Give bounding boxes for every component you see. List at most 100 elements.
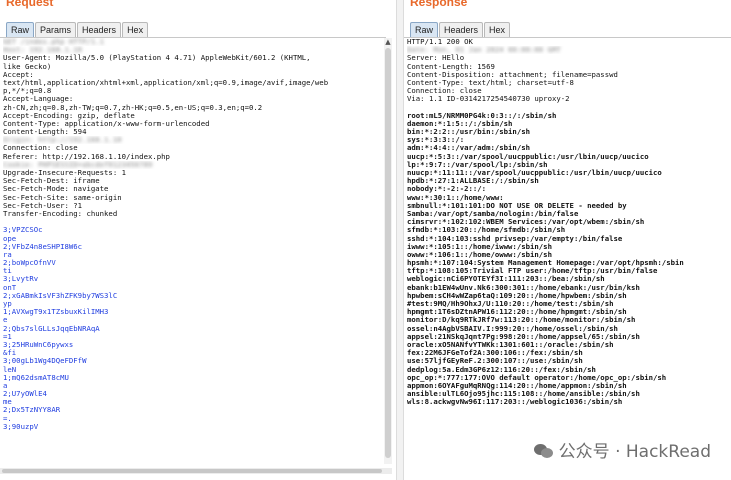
pane-divider[interactable] (396, 0, 404, 480)
code-line: =1 (3, 332, 12, 341)
code-line: nuucp:*:11:11::/var/spool/uucppublic:/us… (407, 169, 662, 177)
code-line: uucp:*:5:3::/var/spool/uucppublic:/usr/l… (407, 152, 649, 161)
code-line: 3;LvytRv (3, 275, 39, 284)
code-line: adm:*:4:4::/var/adm:/sbin/sh (407, 144, 531, 153)
code-line: #test:9MQ/Hh9OhxJ/U:110:20::/home/test:/… (407, 300, 614, 308)
code-line: GET /index.php HTTP/1.1 (3, 38, 105, 46)
code-line: &fi (3, 349, 17, 358)
code-line: 2;Dx5TzNYY8AR (3, 406, 61, 415)
code-line: ti (3, 267, 12, 276)
code-line: 2;VFbZ4n8eSHPI8W6c (3, 242, 83, 251)
code-line: 2;Qbs7slGLLsJqqEbNRAqA (3, 324, 100, 333)
code-line: onT (3, 283, 17, 292)
code-line: Cookie: PHPSESSID=abcdef0123456789 (3, 160, 153, 169)
code-line: Sec-Fetch-User: ?1 (3, 201, 83, 210)
code-line: wls:8.ackwgvNw96I:117:203::/weblogic1036… (407, 398, 623, 407)
code-line: like Gecko) (3, 62, 52, 71)
request-panel: Request Raw Params Headers Hex GET /inde… (0, 0, 396, 480)
code-line: Content-Length: 594 (3, 128, 87, 137)
code-line: ra (3, 250, 12, 259)
code-line: 2;U7yOWlE4 (3, 390, 47, 399)
code-line: User-Agent: Mozilla/5.0 (PlayStation 4 4… (3, 54, 311, 63)
code-line: cimsrvr:*:102:102:WBEM Services:/var/opt… (407, 218, 645, 227)
code-line: Sec-Fetch-Mode: navigate (3, 185, 109, 194)
code-line: Sec-Fetch-Site: same-origin (3, 193, 122, 202)
code-line: p,*/*;q=0.8 (3, 87, 52, 96)
code-line: Host: 192.168.1.10 (3, 46, 83, 55)
code-line: sfmdb:*:103:20::/home/sfmdb:/sbin/sh (407, 226, 566, 235)
tab-params[interactable]: Params (35, 22, 77, 38)
code-line: 3;90uzpV (3, 422, 39, 431)
code-line: smbnull:*:101:101:DO NOT USE OR DELETE -… (407, 201, 627, 210)
code-line: ope (3, 234, 17, 243)
code-line: Connection: close (3, 144, 78, 153)
code-line: hpwbem:sCH4wWZap6taQ:109:20::/home/hpwbe… (407, 291, 627, 300)
request-editor[interactable]: GET /index.php HTTP/1.1 Host: 192.168.1.1… (0, 37, 386, 468)
tab-headers[interactable]: Headers (77, 22, 122, 38)
watermark: 公众号 · HackRead (533, 437, 711, 462)
code-line: Connection: close (407, 87, 482, 96)
scroll-up-icon[interactable]: ▲ (384, 38, 392, 46)
code-line: e (3, 316, 8, 325)
code-line: 2;xGABmkIsVF3hZFK9by7WS3lC (3, 291, 118, 300)
code-line: Accept-Language: (3, 95, 74, 104)
code-line: 3;VPZCSOc (3, 226, 43, 235)
code-line: Accept-Encoding: gzip, deflate (3, 111, 135, 120)
code-line: =. (3, 414, 12, 423)
code-line: a (3, 381, 8, 390)
code-line: 2;boWpcOfnVV (3, 259, 56, 268)
request-hscrollbar[interactable] (0, 468, 392, 474)
wechat-icon (533, 442, 554, 458)
code-line: bin:*:2:2::/usr/bin:/sbin/sh (407, 128, 531, 137)
scroll-thumb[interactable] (385, 48, 391, 458)
code-line: text/html,application/xhtml+xml,applicat… (3, 78, 329, 87)
request-scrollbar[interactable]: ▲ (384, 38, 392, 464)
request-tabs: Raw Params Headers Hex (6, 22, 149, 38)
tab-hex[interactable]: Hex (484, 22, 511, 38)
code-line: root:mL5/NRMM0PG4k:0:3::/:/sbin/sh (407, 111, 557, 120)
tab-raw[interactable]: Raw (6, 22, 35, 38)
code-line: weblogic:nCi6PYOTEYf3I:111:203::/bea:/sb… (407, 275, 605, 284)
code-line: Sec-Fetch-Dest: iframe (3, 177, 100, 186)
code-line: opc_op:*:777:177:OVO default operator:/h… (407, 373, 667, 382)
code-line: hpdb:*:27:1:ALLBASE:/:/sbin/sh (407, 177, 539, 186)
code-line: monitor:D/kq9RTkJRf7w:113:20::/home/moni… (407, 316, 636, 325)
code-line: zh-CN,zh;q=0.8,zh-TW;q=0.7,zh-HK;q=0.5,e… (3, 103, 263, 112)
code-line: me (3, 398, 12, 407)
code-line: ossel:n4AgbVSBAIV.I:999:20::/home/ossel:… (407, 324, 618, 333)
code-line: fex:22M6JFGeTof2A:300:106::/fex:/sbin/sh (407, 349, 583, 358)
code-line: appsel:21NSkqJqnt7Pg:998:20::/home/appse… (407, 332, 640, 341)
code-line: leN (3, 365, 17, 374)
code-line: hpmgmt:1T6sDZtnAPW16:112:20::/home/hpmgm… (407, 308, 627, 317)
code-line: Content-Type: text/html; charset=utf-8 (407, 78, 574, 87)
hscroll-thumb[interactable] (2, 469, 382, 473)
code-line: oracle:xO5NANfvYTWKk:1301:601::/oracle:/… (407, 340, 614, 349)
response-editor[interactable]: HTTP/1.1 200 OK Date: Mon, 01 Jan 2024 00… (404, 37, 731, 478)
tab-raw[interactable]: Raw (410, 22, 439, 38)
response-title: Response (410, 0, 468, 9)
code-line: lp:*:9:7::/var/spool/lp:/sbin/sh (407, 160, 548, 169)
code-line: daemon:*:1:5::/:/sbin/sh (407, 119, 513, 128)
code-line: Accept: (3, 70, 34, 79)
tab-headers[interactable]: Headers (439, 22, 484, 38)
code-line: Referer: http://192.168.1.10/index.php (3, 152, 170, 161)
code-line: Upgrade-Insecure-Requests: 1 (3, 169, 127, 177)
code-line: Samba:/var/opt/samba/nologin:/bin/false (407, 209, 579, 218)
code-line: dedplog:5a.Edm3GP6z12:116:20::/fex:/sbin… (407, 365, 596, 374)
code-line: Transfer-Encoding: chunked (3, 209, 118, 218)
code-line: Via: 1.1 ID-0314217254540730 uproxy-2 (407, 95, 570, 104)
code-line: 1;AVXwgT9x1TZsbuxKilIMH3 (3, 308, 109, 317)
code-line: tftp:*:108:105:Trivial FTP user:/home/tf… (407, 267, 658, 276)
code-line: HTTP/1.1 200 OK (407, 38, 473, 46)
code-line: 3;25HRuWnC6pywxs (3, 340, 74, 349)
code-line: sshd:*:104:103:sshd privsep:/var/empty:/… (407, 234, 623, 243)
code-line: Server: HEllo (407, 54, 465, 63)
code-line: 1;mQ62dsmAT8cMU (3, 373, 69, 382)
tab-hex[interactable]: Hex (122, 22, 149, 38)
code-line: appmon:6OYAFguMqRNQg:114:20::/home/appmo… (407, 381, 627, 390)
code-line: Content-Type: application/x-www-form-url… (3, 119, 210, 128)
code-line: Origin: http://192.168.1.10 (3, 136, 122, 145)
code-line: iwww:*:105:1::/home/iwww:/sbin/sh (407, 242, 552, 251)
